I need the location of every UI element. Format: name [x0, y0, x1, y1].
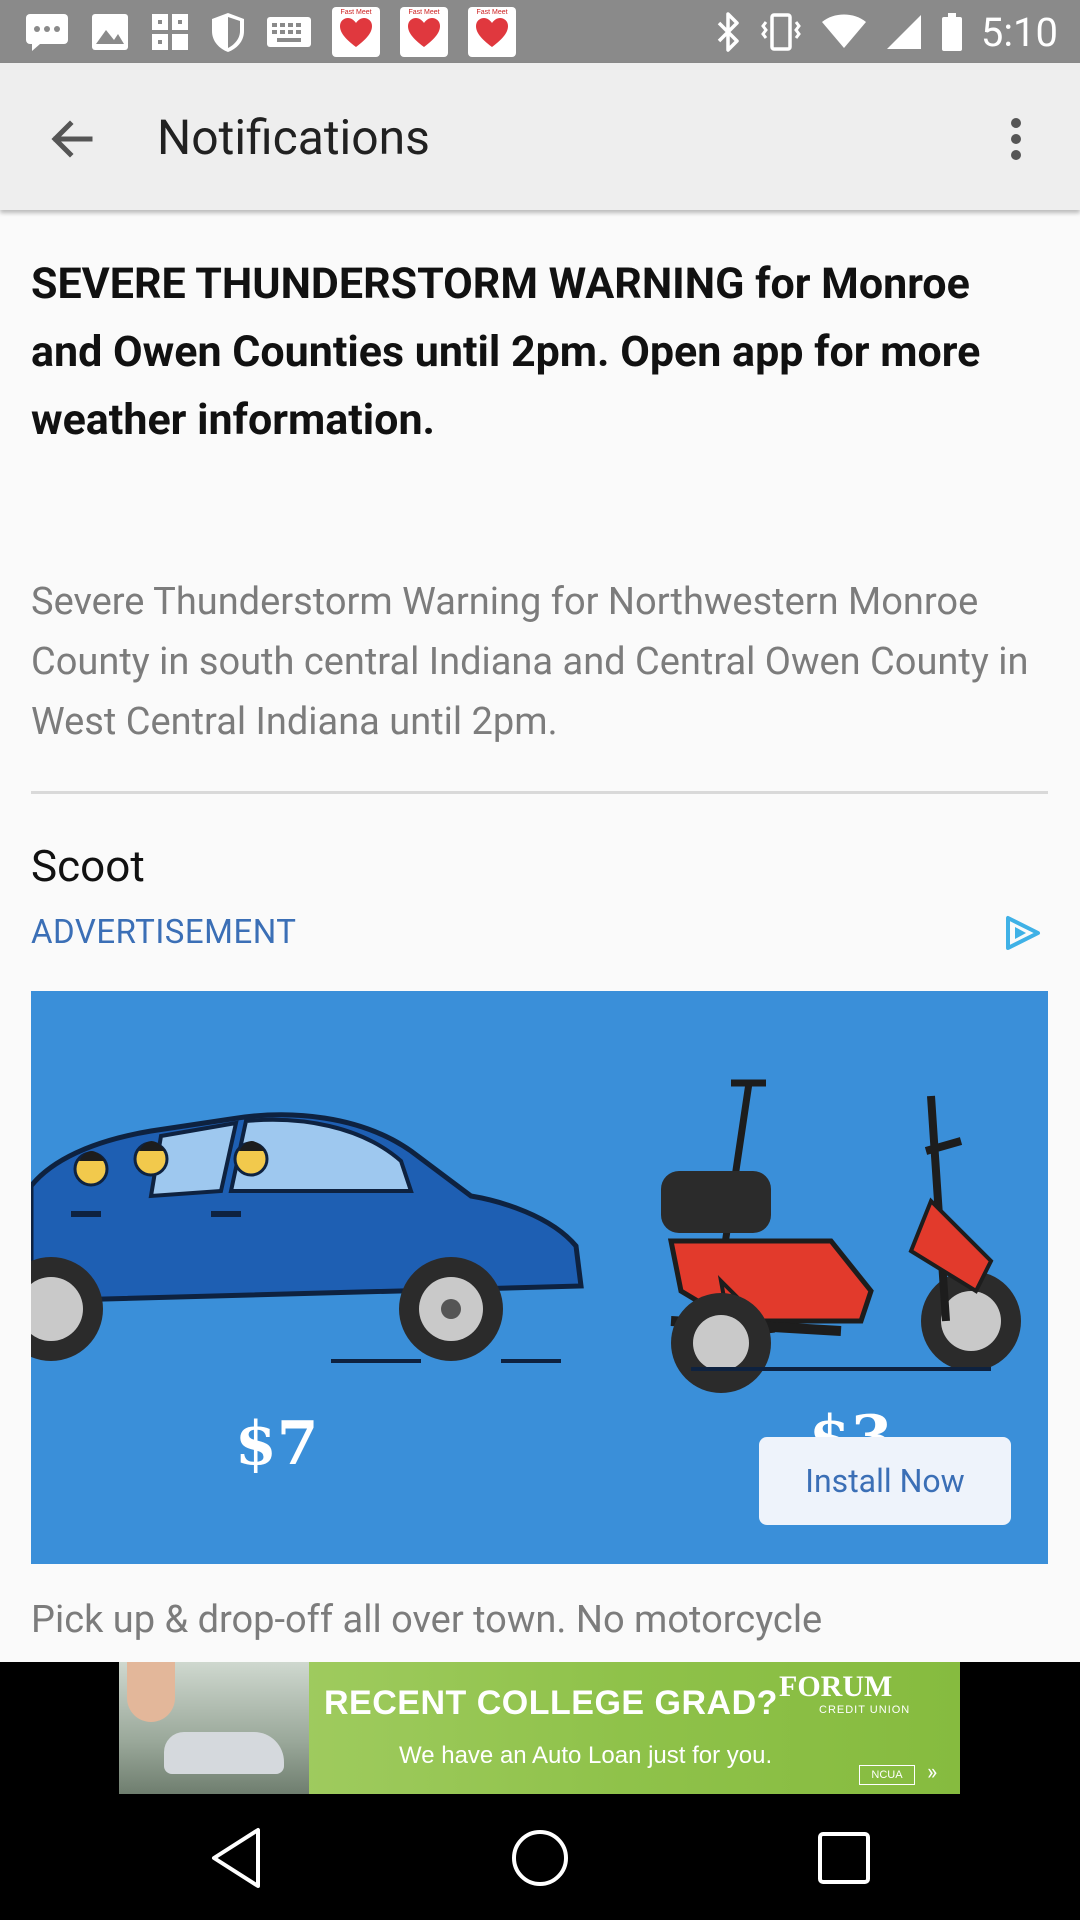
notification-body: Severe Thunderstorm Warning for Northwes…: [31, 580, 1029, 744]
banner-photo: [119, 1662, 309, 1794]
image-icon: [90, 8, 130, 56]
system-icons: 5:10: [715, 8, 1058, 56]
ad-label: ADVERTISEMENT: [31, 913, 297, 952]
scooter-illustration: [661, 1079, 1021, 1393]
banner-brand-sub: CREDIT UNION: [819, 1704, 911, 1716]
notification-content[interactable]: SEVERE THUNDERSTORM WARNING for Monroe a…: [0, 210, 1080, 1662]
page-title: Notifications: [157, 109, 430, 166]
notification-headline: SEVERE THUNDERSTORM WARNING for Monroe a…: [31, 259, 981, 445]
car-price: $7: [235, 1409, 319, 1479]
ncua-badge: NCUA: [859, 1765, 915, 1785]
double-chevron-icon: »: [927, 1760, 938, 1785]
heart-app-label: Fast Meet: [408, 9, 440, 16]
navigation-bar: [0, 1794, 1080, 1920]
heart-app-icon: Fast Meet: [468, 7, 516, 57]
install-now-button[interactable]: Install Now: [759, 1437, 1011, 1525]
heart-app-label: Fast Meet: [340, 9, 372, 16]
ad-description: Pick up & drop-off all over town. No mot…: [31, 1598, 823, 1642]
wifi-icon: [821, 8, 867, 56]
banner-headline: RECENT COLLEGE GRAD?: [324, 1684, 778, 1722]
keyboard-icon: [266, 8, 312, 56]
banner-subline: We have an Auto Loan just for you.: [399, 1742, 773, 1769]
car-illustration: [31, 1112, 584, 1363]
car-image: [164, 1732, 284, 1774]
recents-square-icon: [818, 1832, 870, 1884]
shield-icon: [210, 8, 246, 56]
ad-sponsor[interactable]: Scoot: [31, 840, 145, 892]
banner-ad[interactable]: FORUM CREDIT UNION RECENT COLLEGE GRAD? …: [119, 1662, 960, 1794]
home-circle-icon: [512, 1830, 568, 1886]
nav-recents-button[interactable]: [802, 1816, 886, 1900]
ad-image[interactable]: $7 $3 Install Now: [31, 991, 1048, 1564]
divider: [31, 791, 1048, 794]
back-triangle-icon: [212, 1828, 260, 1888]
vibrate-icon: [759, 8, 803, 56]
bluetooth-icon: [715, 8, 741, 56]
signal-icon: [885, 8, 923, 56]
adchoices-icon[interactable]: [1002, 915, 1042, 951]
nav-home-button[interactable]: [498, 1816, 582, 1900]
app-bar: Notifications: [0, 63, 1080, 210]
chat-icon: [24, 8, 70, 56]
more-options-button[interactable]: [980, 103, 1052, 175]
nav-back-button[interactable]: [194, 1816, 278, 1900]
back-button[interactable]: [36, 103, 108, 175]
hand-with-key-image: [127, 1662, 175, 1722]
notification-icons: Fast Meet Fast Meet Fast Meet: [24, 7, 516, 57]
clock: 5:10: [980, 8, 1058, 56]
back-arrow-icon: [51, 120, 93, 158]
heart-app-icon: Fast Meet: [400, 7, 448, 57]
banner-brand: FORUM: [779, 1670, 893, 1703]
battery-icon: [941, 8, 963, 56]
status-bar: Fast Meet Fast Meet Fast Meet 5:10: [0, 0, 1080, 63]
more-vert-icon: [1011, 118, 1021, 160]
heart-app-label: Fast Meet: [476, 9, 508, 16]
heart-app-icon: Fast Meet: [332, 7, 380, 57]
grid-icon: [150, 8, 190, 56]
